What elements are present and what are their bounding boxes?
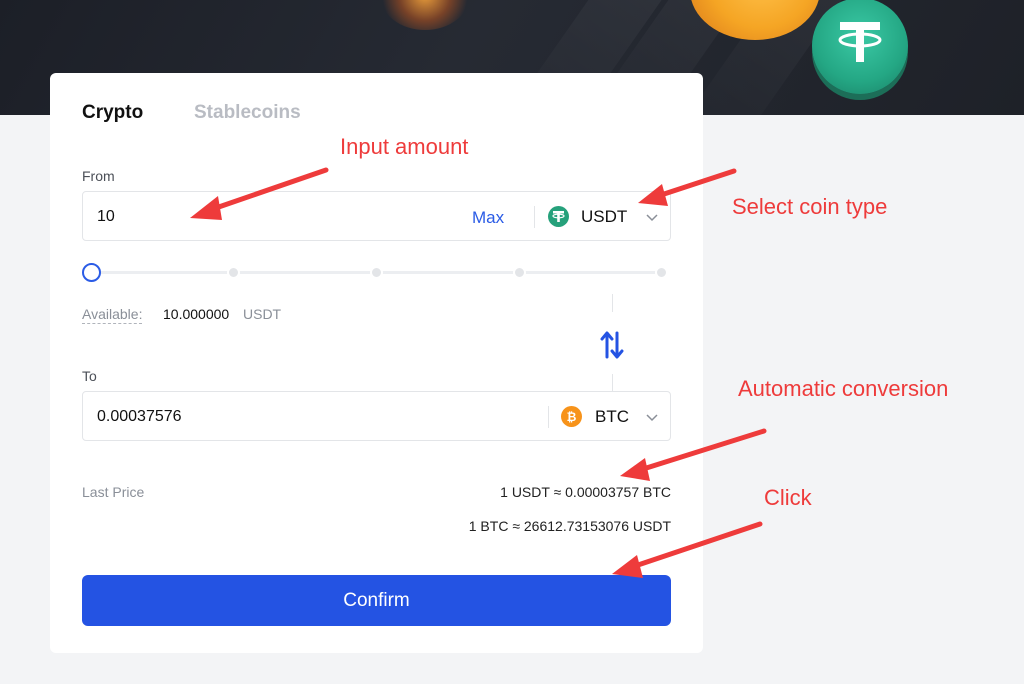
annotation-select-coin: Select coin type [732,194,888,219]
arrow-click [612,521,763,578]
annotation-input-amount: Input amount [340,134,469,159]
annotation-click: Click [764,485,812,510]
annotation-automatic-conversion: Automatic conversion [738,376,949,401]
arrow-automatic-conversion [620,428,767,481]
arrow-select-coin [638,168,737,206]
arrow-input-amount [190,167,329,220]
annotation-arrows [190,167,767,578]
